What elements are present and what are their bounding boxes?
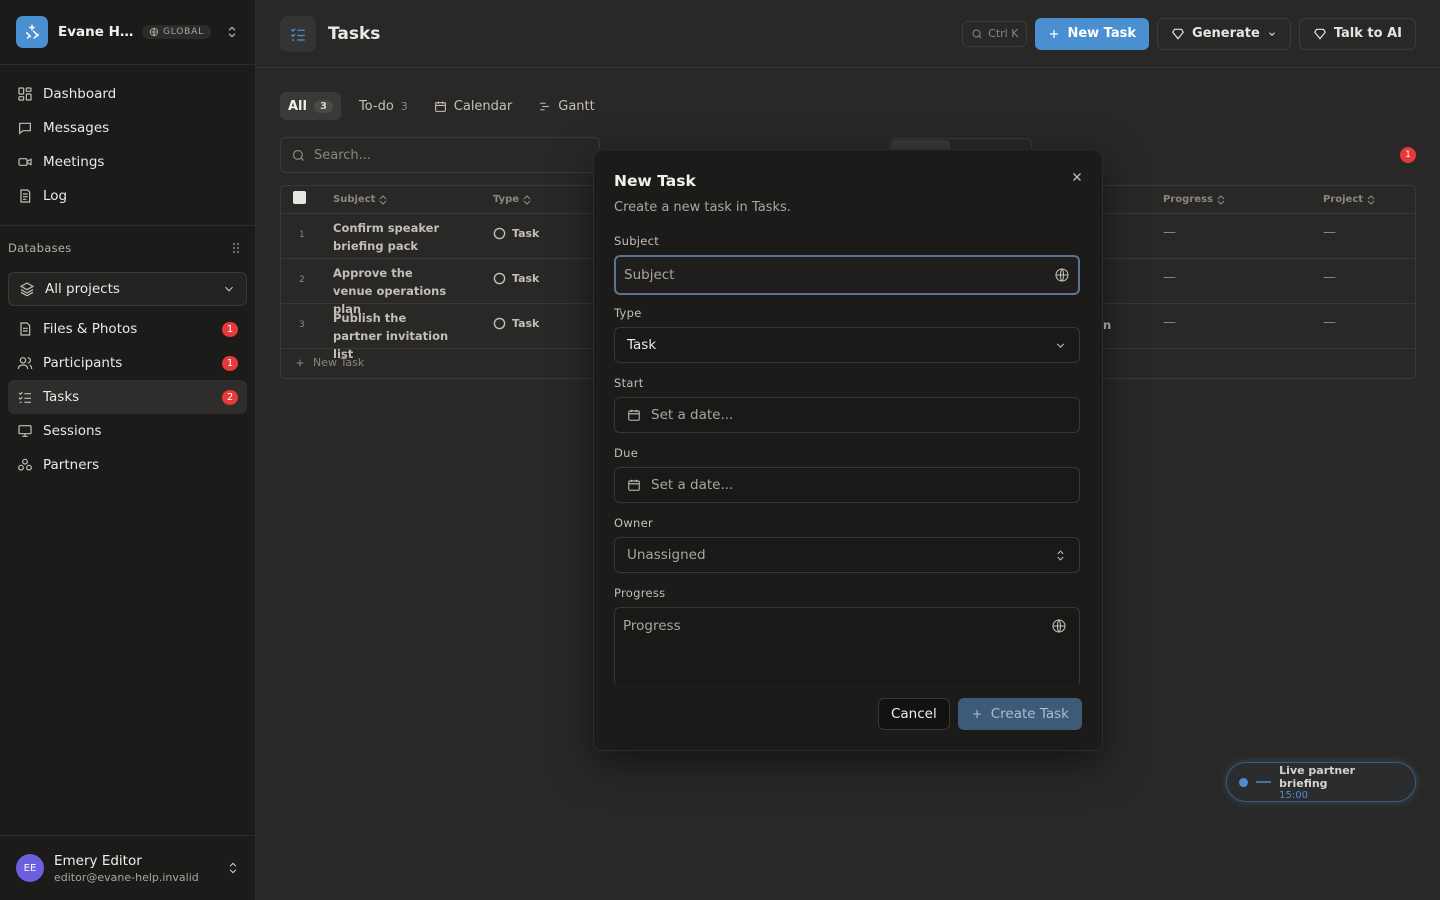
sidebar-item-label: Tasks xyxy=(43,389,80,405)
project-select-value: All projects xyxy=(45,281,120,297)
nav-item-dashboard[interactable]: Dashboard xyxy=(8,77,247,111)
file-icon xyxy=(20,322,31,336)
chevron-updown-icon xyxy=(229,862,237,874)
due-label: Due xyxy=(614,446,639,460)
close-icon[interactable] xyxy=(1070,170,1084,184)
workspace-logo-icon xyxy=(16,16,48,48)
user-menu[interactable]: EE Emery Editor editor@evane-help.invali… xyxy=(0,835,256,900)
users-icon xyxy=(17,357,33,370)
owner-select[interactable]: Unassigned xyxy=(614,537,1080,573)
presentation-icon xyxy=(18,425,32,437)
databases-heading-label: Databases xyxy=(8,241,72,255)
progress-placeholder: Progress xyxy=(623,618,681,634)
sidebar-item-partners[interactable]: Partners xyxy=(8,448,247,482)
progress-textarea[interactable]: Progress xyxy=(614,607,1080,684)
chevron-updown-icon xyxy=(1057,549,1064,561)
sidebar-item-label: Participants xyxy=(43,355,123,371)
sidebar-item-label: Files & Photos xyxy=(43,321,138,337)
start-placeholder: Set a date... xyxy=(651,407,734,423)
type-label: Type xyxy=(614,306,642,320)
globe-icon[interactable] xyxy=(1051,618,1067,634)
project-select[interactable]: All projects xyxy=(8,272,247,306)
partners-icon xyxy=(18,458,32,471)
count-badge: 1 xyxy=(222,321,238,337)
dialog-footer: Cancel Create Task xyxy=(877,698,1082,730)
chevron-down-icon xyxy=(1056,342,1065,348)
count-badge: 1 xyxy=(222,355,238,371)
nav-label: Meetings xyxy=(43,154,105,170)
owner-value: Unassigned xyxy=(627,547,706,563)
nav-item-meetings[interactable]: Meetings xyxy=(8,145,247,179)
avatar: EE xyxy=(16,854,44,882)
nav-label: Messages xyxy=(43,120,110,136)
chevron-updown-icon[interactable] xyxy=(225,25,239,39)
subject-label: Subject xyxy=(614,234,660,248)
layers-icon xyxy=(19,282,35,297)
dialog-form: Subject Subject Type Task Start Set a da… xyxy=(614,234,1080,684)
count-badge: 2 xyxy=(222,389,238,405)
progress-label: Progress xyxy=(614,586,666,600)
new-task-dialog: New Task Create a new task in Tasks. Sub… xyxy=(593,149,1103,751)
scope-badge: GLOBAL xyxy=(142,25,211,39)
task-list-icon xyxy=(18,391,31,403)
user-name: Emery Editor xyxy=(54,852,142,869)
messages-icon xyxy=(19,122,31,135)
log-icon xyxy=(20,189,31,203)
nav-label: Dashboard xyxy=(43,86,117,102)
dialog-title: New Task xyxy=(614,172,696,190)
user-info: Emery Editor editor@evane-help.invalid xyxy=(54,853,199,884)
cancel-button[interactable]: Cancel xyxy=(877,698,950,730)
due-placeholder: Set a date... xyxy=(651,477,734,493)
sidebar-item-participants[interactable]: Participants 1 xyxy=(8,346,247,380)
dialog-description: Create a new task in Tasks. xyxy=(614,200,791,215)
nav-item-messages[interactable]: Messages xyxy=(8,111,247,145)
subject-input[interactable]: Subject xyxy=(614,255,1080,295)
sidebar-item-files-photos[interactable]: Files & Photos 1 xyxy=(8,312,247,346)
create-task-label: Create Task xyxy=(990,706,1069,722)
create-task-button[interactable]: Create Task xyxy=(957,698,1082,730)
sidebar-item-sessions[interactable]: Sessions xyxy=(8,414,247,448)
start-label: Start xyxy=(614,376,644,390)
nav-label: Log xyxy=(43,188,68,204)
globe-icon xyxy=(149,27,159,37)
database-list: Files & Photos 1 Participants 1 Tasks 2 … xyxy=(0,312,255,482)
plus-icon xyxy=(972,710,981,718)
sidebar: Evane Help GLOBAL Dashboard Messages Mee… xyxy=(0,0,256,900)
subject-placeholder: Subject xyxy=(624,267,675,283)
due-date-picker[interactable]: Set a date... xyxy=(614,467,1080,503)
calendar-icon xyxy=(628,409,640,421)
user-email: editor@evane-help.invalid xyxy=(54,870,199,884)
scope-badge-label: GLOBAL xyxy=(163,27,204,37)
workspace-switcher[interactable]: Evane Help GLOBAL xyxy=(0,0,255,65)
drag-grip-icon[interactable] xyxy=(231,242,241,254)
main-nav: Dashboard Messages Meetings Log xyxy=(0,65,255,226)
nav-item-log[interactable]: Log xyxy=(8,179,247,213)
owner-label: Owner xyxy=(614,516,654,530)
calendar-icon xyxy=(628,479,640,491)
sidebar-item-label: Partners xyxy=(43,457,100,473)
type-select[interactable]: Task xyxy=(614,327,1080,363)
sidebar-item-tasks[interactable]: Tasks 2 xyxy=(8,380,247,414)
start-date-picker[interactable]: Set a date... xyxy=(614,397,1080,433)
sidebar-item-label: Sessions xyxy=(43,423,102,439)
type-value: Task xyxy=(627,337,657,353)
globe-icon[interactable] xyxy=(1054,267,1070,283)
video-icon xyxy=(18,158,32,166)
workspace-name: Evane Help xyxy=(58,24,136,40)
databases-heading: Databases xyxy=(0,228,255,268)
dashboard-icon xyxy=(18,87,32,101)
chevron-down-icon xyxy=(225,286,233,292)
